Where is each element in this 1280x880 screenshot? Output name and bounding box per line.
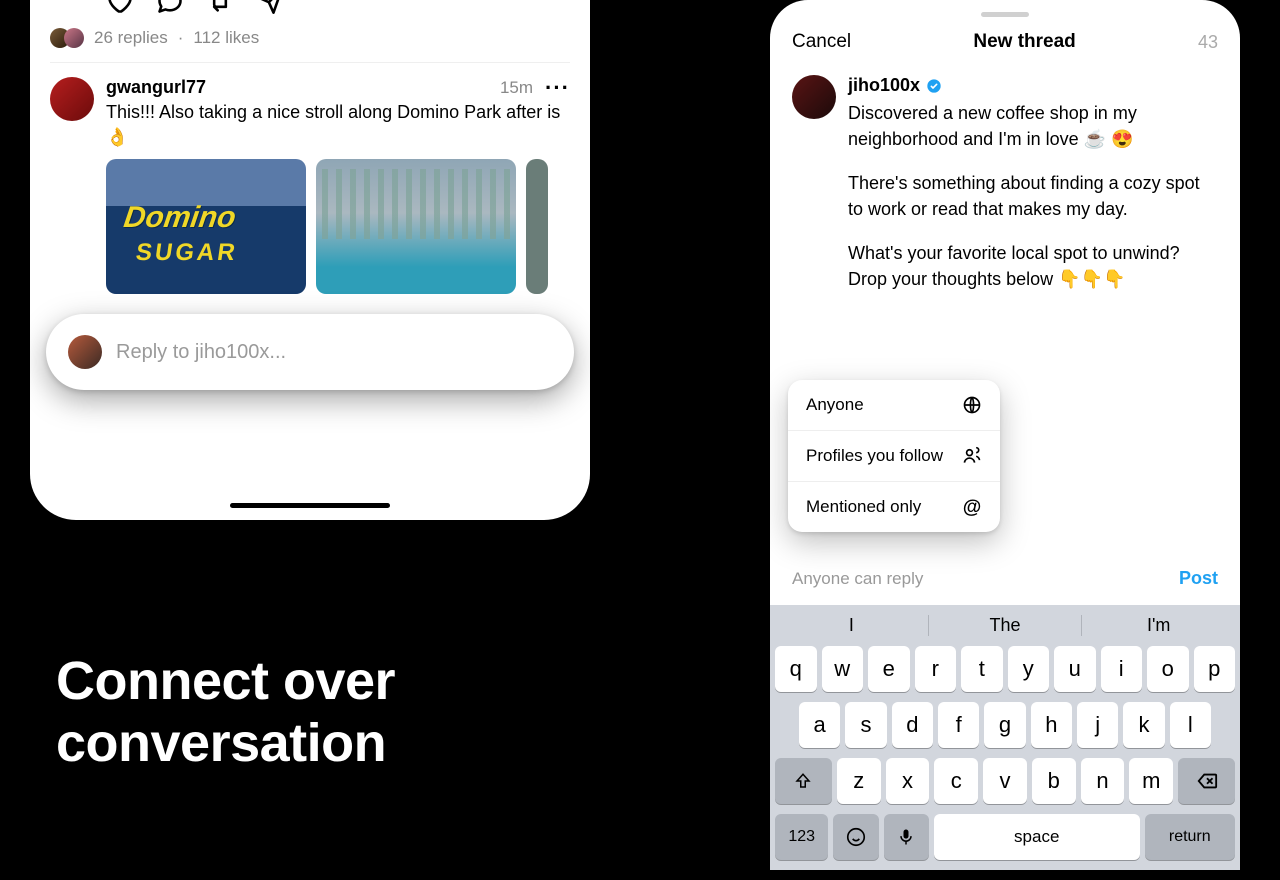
new-thread-header: Cancel New thread 43	[770, 25, 1240, 69]
key-mic[interactable]	[884, 814, 929, 860]
more-icon[interactable]: ···	[545, 83, 570, 93]
audience-option-follow[interactable]: Profiles you follow	[788, 431, 1000, 482]
key-t[interactable]: t	[961, 646, 1003, 692]
home-indicator	[230, 503, 390, 508]
key-c[interactable]: c	[934, 758, 978, 804]
keyboard-suggestions: I The I'm	[775, 615, 1235, 636]
key-w[interactable]: w	[822, 646, 864, 692]
keyboard: I The I'm qwertyuiop asdfghjkl zxcvbnm 1…	[770, 605, 1240, 870]
key-backspace[interactable]	[1178, 758, 1235, 804]
emoji-coffee-heart-eyes: ☕ 😍	[1084, 129, 1134, 149]
separator-dot: ·	[178, 28, 184, 48]
media-image-3[interactable]	[526, 159, 548, 294]
key-f[interactable]: f	[938, 702, 979, 748]
key-return[interactable]: return	[1145, 814, 1235, 860]
key-i[interactable]: i	[1101, 646, 1143, 692]
compose-body: jiho100x Discovered a new coffee shop in…	[770, 69, 1240, 311]
key-u[interactable]: u	[1054, 646, 1096, 692]
avatar[interactable]	[50, 77, 94, 121]
key-o[interactable]: o	[1147, 646, 1189, 692]
key-123[interactable]: 123	[775, 814, 828, 860]
phone-left-frame: aimi.allover 33m ··· Devoción!! 26 repli…	[30, 0, 590, 520]
reply-audience-label[interactable]: Anyone can reply	[792, 569, 923, 589]
suggestion-1[interactable]: I	[775, 615, 928, 636]
cancel-button[interactable]: Cancel	[792, 31, 851, 53]
avatar-stack[interactable]	[50, 28, 84, 48]
promo-caption: Connect over conversation	[56, 650, 395, 774]
divider	[50, 62, 570, 63]
key-n[interactable]: n	[1081, 758, 1125, 804]
key-g[interactable]: g	[984, 702, 1025, 748]
suggestion-3[interactable]: I'm	[1082, 615, 1235, 636]
media-image-1[interactable]: Domino SUGAR	[106, 159, 306, 294]
keyboard-row-4: 123 space return	[775, 814, 1235, 860]
people-icon	[962, 446, 982, 466]
key-j[interactable]: j	[1077, 702, 1118, 748]
key-z[interactable]: z	[837, 758, 881, 804]
username[interactable]: gwangurl77	[106, 77, 206, 98]
replies-count[interactable]: 26 replies	[94, 28, 168, 48]
globe-icon	[962, 395, 982, 415]
timestamp: 15m	[500, 78, 533, 98]
key-p[interactable]: p	[1194, 646, 1236, 692]
feed: aimi.allover 33m ··· Devoción!! 26 repli…	[30, 0, 590, 294]
post-1: aimi.allover 33m ··· Devoción!!	[50, 0, 570, 28]
reply-bar[interactable]: Reply to jiho100x...	[46, 314, 574, 390]
comment-icon[interactable]	[156, 0, 184, 20]
key-x[interactable]: x	[886, 758, 930, 804]
post-2: gwangurl77 15m ··· This!!! Also taking a…	[50, 77, 570, 294]
key-k[interactable]: k	[1123, 702, 1164, 748]
ok-hand-emoji: 👌	[106, 127, 128, 147]
key-q[interactable]: q	[775, 646, 817, 692]
key-emoji[interactable]	[833, 814, 878, 860]
audience-popover: Anyone Profiles you follow Mentioned onl…	[788, 380, 1000, 532]
audience-option-mentioned[interactable]: Mentioned only @	[788, 482, 1000, 532]
media-row: Domino SUGAR	[106, 159, 570, 294]
username[interactable]: jiho100x	[848, 75, 942, 96]
post-button[interactable]: Post	[1179, 568, 1218, 589]
key-space[interactable]: space	[934, 814, 1140, 860]
post-body: This!!! Also taking a nice stroll along …	[106, 100, 570, 149]
post-actions	[106, 0, 570, 20]
key-r[interactable]: r	[915, 646, 957, 692]
compose-footer: Anyone can reply Post	[770, 552, 1240, 605]
keyboard-row-1: qwertyuiop	[775, 646, 1235, 692]
key-l[interactable]: l	[1170, 702, 1211, 748]
post-stats: 26 replies · 112 likes	[50, 28, 570, 48]
key-shift[interactable]	[775, 758, 832, 804]
image-brand-text: Domino	[122, 201, 238, 235]
key-v[interactable]: v	[983, 758, 1027, 804]
suggestion-2[interactable]: The	[928, 615, 1083, 636]
emoji-point-down: 👇👇👇	[1058, 269, 1125, 289]
reply-placeholder: Reply to jiho100x...	[116, 341, 286, 364]
key-a[interactable]: a	[799, 702, 840, 748]
sheet-handle[interactable]	[981, 12, 1029, 17]
share-icon[interactable]	[256, 0, 284, 20]
keyboard-row-3: zxcvbnm	[775, 758, 1235, 804]
repost-icon[interactable]	[206, 0, 234, 20]
audience-option-anyone[interactable]: Anyone	[788, 380, 1000, 431]
key-e[interactable]: e	[868, 646, 910, 692]
sheet-title: New thread	[973, 31, 1075, 53]
avatar	[68, 335, 102, 369]
key-h[interactable]: h	[1031, 702, 1072, 748]
key-y[interactable]: y	[1008, 646, 1050, 692]
key-m[interactable]: m	[1129, 758, 1173, 804]
key-d[interactable]: d	[892, 702, 933, 748]
compose-text[interactable]: Discovered a new coffee shop in my neigh…	[848, 100, 1218, 293]
key-b[interactable]: b	[1032, 758, 1076, 804]
keyboard-row-2: asdfghjkl	[775, 702, 1235, 748]
image-brand-subtext: SUGAR	[134, 239, 240, 267]
char-counter: 43	[1198, 32, 1218, 53]
avatar[interactable]	[792, 75, 836, 119]
media-image-2[interactable]	[316, 159, 516, 294]
likes-count[interactable]: 112 likes	[193, 28, 259, 48]
heart-icon[interactable]	[106, 0, 134, 20]
key-s[interactable]: s	[845, 702, 886, 748]
at-icon: @	[962, 497, 982, 517]
verified-badge-icon	[926, 78, 942, 94]
